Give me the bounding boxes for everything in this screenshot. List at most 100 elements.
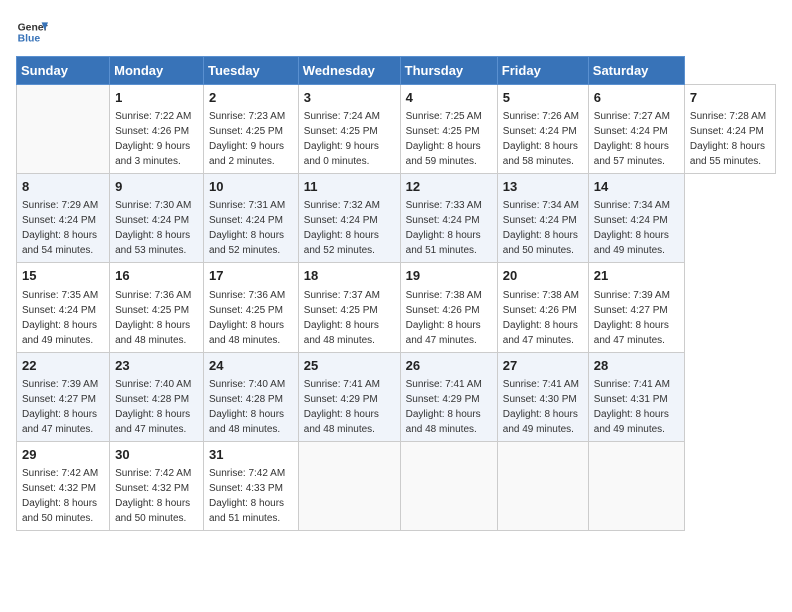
day-number: 22 xyxy=(22,357,104,375)
calendar-cell xyxy=(588,441,684,530)
day-detail: Sunrise: 7:40 AM Sunset: 4:28 PM Dayligh… xyxy=(209,379,285,435)
day-number: 5 xyxy=(503,89,583,107)
col-header-sunday: Sunday xyxy=(17,57,110,85)
calendar-cell: 23 Sunrise: 7:40 AM Sunset: 4:28 PM Dayli… xyxy=(110,352,204,441)
col-header-friday: Friday xyxy=(497,57,588,85)
days-header-row: SundayMondayTuesdayWednesdayThursdayFrid… xyxy=(17,57,776,85)
day-detail: Sunrise: 7:26 AM Sunset: 4:24 PM Dayligh… xyxy=(503,111,579,167)
calendar-cell: 26Sunrise: 7:41 AM Sunset: 4:29 PM Dayli… xyxy=(400,352,497,441)
day-detail: Sunrise: 7:40 AM Sunset: 4:28 PM Dayligh… xyxy=(115,379,191,435)
day-detail: Sunrise: 7:41 AM Sunset: 4:30 PM Dayligh… xyxy=(503,379,579,435)
logo-icon: General Blue xyxy=(16,16,48,48)
day-number: 16 xyxy=(115,267,198,285)
calendar-cell: 28Sunrise: 7:41 AM Sunset: 4:31 PM Dayli… xyxy=(588,352,684,441)
day-detail: Sunrise: 7:39 AM Sunset: 4:27 PM Dayligh… xyxy=(594,290,670,346)
calendar-cell xyxy=(298,441,400,530)
day-detail: Sunrise: 7:41 AM Sunset: 4:29 PM Dayligh… xyxy=(406,379,482,435)
day-detail: Sunrise: 7:33 AM Sunset: 4:24 PM Dayligh… xyxy=(406,200,482,256)
day-detail: Sunrise: 7:31 AM Sunset: 4:24 PM Dayligh… xyxy=(209,200,285,256)
col-header-saturday: Saturday xyxy=(588,57,684,85)
calendar-cell: 5 Sunrise: 7:26 AM Sunset: 4:24 PM Daylig… xyxy=(497,85,588,174)
day-detail: Sunrise: 7:38 AM Sunset: 4:26 PM Dayligh… xyxy=(406,290,482,346)
calendar-cell: 9 Sunrise: 7:30 AM Sunset: 4:24 PM Daylig… xyxy=(110,174,204,263)
day-number: 23 xyxy=(115,357,198,375)
day-number: 31 xyxy=(209,446,293,464)
day-number: 8 xyxy=(22,178,104,196)
day-detail: Sunrise: 7:42 AM Sunset: 4:33 PM Dayligh… xyxy=(209,468,285,524)
calendar-cell: 6Sunrise: 7:27 AM Sunset: 4:24 PM Daylig… xyxy=(588,85,684,174)
day-detail: Sunrise: 7:42 AM Sunset: 4:32 PM Dayligh… xyxy=(22,468,98,524)
week-row-3: 15Sunrise: 7:35 AM Sunset: 4:24 PM Dayli… xyxy=(17,263,776,352)
page-header: General Blue xyxy=(16,16,776,48)
calendar-cell: 13Sunrise: 7:34 AM Sunset: 4:24 PM Dayli… xyxy=(497,174,588,263)
calendar-cell: 30 Sunrise: 7:42 AM Sunset: 4:32 PM Dayli… xyxy=(110,441,204,530)
week-row-2: 8 Sunrise: 7:29 AM Sunset: 4:24 PM Daylig… xyxy=(17,174,776,263)
day-number: 20 xyxy=(503,267,583,285)
col-header-monday: Monday xyxy=(110,57,204,85)
calendar-cell: 1 Sunrise: 7:22 AM Sunset: 4:26 PM Daylig… xyxy=(110,85,204,174)
calendar-cell: 22 Sunrise: 7:39 AM Sunset: 4:27 PM Dayli… xyxy=(17,352,110,441)
day-number: 18 xyxy=(304,267,395,285)
day-detail: Sunrise: 7:37 AM Sunset: 4:25 PM Dayligh… xyxy=(304,290,380,346)
col-header-wednesday: Wednesday xyxy=(298,57,400,85)
day-number: 2 xyxy=(209,89,293,107)
day-number: 27 xyxy=(503,357,583,375)
day-detail: Sunrise: 7:30 AM Sunset: 4:24 PM Dayligh… xyxy=(115,200,191,256)
day-detail: Sunrise: 7:35 AM Sunset: 4:24 PM Dayligh… xyxy=(22,290,98,346)
day-number: 9 xyxy=(115,178,198,196)
day-number: 13 xyxy=(503,178,583,196)
col-header-tuesday: Tuesday xyxy=(204,57,299,85)
logo: General Blue xyxy=(16,16,48,48)
day-number: 12 xyxy=(406,178,492,196)
calendar-cell: 20 Sunrise: 7:38 AM Sunset: 4:26 PM Dayli… xyxy=(497,263,588,352)
day-number: 1 xyxy=(115,89,198,107)
calendar-cell: 27 Sunrise: 7:41 AM Sunset: 4:30 PM Dayli… xyxy=(497,352,588,441)
week-row-5: 29 Sunrise: 7:42 AM Sunset: 4:32 PM Dayli… xyxy=(17,441,776,530)
week-row-4: 22 Sunrise: 7:39 AM Sunset: 4:27 PM Dayli… xyxy=(17,352,776,441)
day-number: 29 xyxy=(22,446,104,464)
day-detail: Sunrise: 7:29 AM Sunset: 4:24 PM Dayligh… xyxy=(22,200,98,256)
day-number: 10 xyxy=(209,178,293,196)
calendar-cell: 8 Sunrise: 7:29 AM Sunset: 4:24 PM Daylig… xyxy=(17,174,110,263)
day-detail: Sunrise: 7:36 AM Sunset: 4:25 PM Dayligh… xyxy=(209,290,285,346)
calendar-cell: 29 Sunrise: 7:42 AM Sunset: 4:32 PM Dayli… xyxy=(17,441,110,530)
day-number: 4 xyxy=(406,89,492,107)
day-detail: Sunrise: 7:23 AM Sunset: 4:25 PM Dayligh… xyxy=(209,111,285,167)
day-detail: Sunrise: 7:22 AM Sunset: 4:26 PM Dayligh… xyxy=(115,111,191,167)
day-number: 3 xyxy=(304,89,395,107)
day-detail: Sunrise: 7:34 AM Sunset: 4:24 PM Dayligh… xyxy=(594,200,670,256)
col-header-thursday: Thursday xyxy=(400,57,497,85)
calendar-cell: 11Sunrise: 7:32 AM Sunset: 4:24 PM Dayli… xyxy=(298,174,400,263)
empty-cell xyxy=(17,85,110,174)
day-number: 30 xyxy=(115,446,198,464)
calendar-cell: 25Sunrise: 7:41 AM Sunset: 4:29 PM Dayli… xyxy=(298,352,400,441)
day-detail: Sunrise: 7:24 AM Sunset: 4:25 PM Dayligh… xyxy=(304,111,380,167)
calendar-cell: 19 Sunrise: 7:38 AM Sunset: 4:26 PM Dayli… xyxy=(400,263,497,352)
day-detail: Sunrise: 7:42 AM Sunset: 4:32 PM Dayligh… xyxy=(115,468,191,524)
day-number: 19 xyxy=(406,267,492,285)
day-number: 14 xyxy=(594,178,679,196)
calendar-cell: 18 Sunrise: 7:37 AM Sunset: 4:25 PM Dayli… xyxy=(298,263,400,352)
calendar-cell: 10 Sunrise: 7:31 AM Sunset: 4:24 PM Dayli… xyxy=(204,174,299,263)
day-detail: Sunrise: 7:27 AM Sunset: 4:24 PM Dayligh… xyxy=(594,111,670,167)
day-detail: Sunrise: 7:36 AM Sunset: 4:25 PM Dayligh… xyxy=(115,290,191,346)
day-number: 25 xyxy=(304,357,395,375)
calendar-cell: 4Sunrise: 7:25 AM Sunset: 4:25 PM Daylig… xyxy=(400,85,497,174)
day-detail: Sunrise: 7:39 AM Sunset: 4:27 PM Dayligh… xyxy=(22,379,98,435)
day-number: 24 xyxy=(209,357,293,375)
calendar-cell: 31 Sunrise: 7:42 AM Sunset: 4:33 PM Dayli… xyxy=(204,441,299,530)
day-detail: Sunrise: 7:38 AM Sunset: 4:26 PM Dayligh… xyxy=(503,290,579,346)
day-detail: Sunrise: 7:41 AM Sunset: 4:31 PM Dayligh… xyxy=(594,379,670,435)
calendar-cell: 17 Sunrise: 7:36 AM Sunset: 4:25 PM Dayli… xyxy=(204,263,299,352)
calendar-cell: 21 Sunrise: 7:39 AM Sunset: 4:27 PM Dayli… xyxy=(588,263,684,352)
calendar-cell: 15Sunrise: 7:35 AM Sunset: 4:24 PM Dayli… xyxy=(17,263,110,352)
day-number: 17 xyxy=(209,267,293,285)
day-detail: Sunrise: 7:28 AM Sunset: 4:24 PM Dayligh… xyxy=(690,111,766,167)
day-detail: Sunrise: 7:32 AM Sunset: 4:24 PM Dayligh… xyxy=(304,200,380,256)
calendar-cell: 14 Sunrise: 7:34 AM Sunset: 4:24 PM Dayli… xyxy=(588,174,684,263)
calendar-cell: 3 Sunrise: 7:24 AM Sunset: 4:25 PM Daylig… xyxy=(298,85,400,174)
week-row-1: 1 Sunrise: 7:22 AM Sunset: 4:26 PM Daylig… xyxy=(17,85,776,174)
day-number: 21 xyxy=(594,267,679,285)
calendar-cell: 12 Sunrise: 7:33 AM Sunset: 4:24 PM Dayli… xyxy=(400,174,497,263)
calendar-cell xyxy=(497,441,588,530)
